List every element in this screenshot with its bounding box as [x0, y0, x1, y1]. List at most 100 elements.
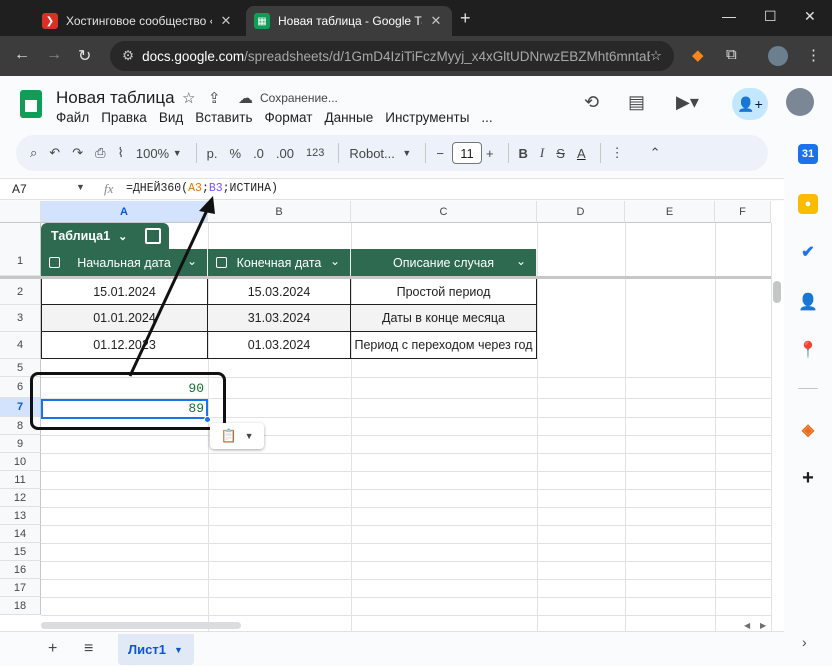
- print-icon[interactable]: ⎙: [91, 141, 109, 165]
- table-cell[interactable]: Период с переходом через год: [351, 332, 537, 359]
- spreadsheet-grid[interactable]: A B C D E F 1 2 3 4 5 6 7 8 9 10 11 12 1…: [0, 201, 784, 631]
- chrome-menu-icon[interactable]: ⋮: [806, 46, 821, 64]
- column-header-e[interactable]: E: [625, 201, 715, 223]
- table-cell[interactable]: 15.03.2024: [208, 279, 351, 305]
- version-history-icon[interactable]: ⟲: [584, 92, 599, 113]
- column-header-a[interactable]: A: [41, 201, 208, 223]
- zoom-select[interactable]: 100% ▼: [132, 141, 186, 165]
- metamask-extension-icon[interactable]: ◆: [692, 46, 704, 64]
- collapse-toolbar-icon[interactable]: ⌃: [646, 141, 665, 165]
- sheets-logo-icon[interactable]: [20, 90, 42, 118]
- table-header-start-date[interactable]: Начальная дата ⌄: [41, 249, 208, 276]
- table-cell[interactable]: 01.12.2023: [41, 332, 208, 359]
- name-box[interactable]: A7: [12, 182, 27, 196]
- add-sheet-icon[interactable]: +: [48, 640, 57, 658]
- row-header[interactable]: 12: [0, 489, 41, 507]
- get-addons-icon[interactable]: +: [798, 467, 818, 489]
- document-title[interactable]: Новая таблица: [56, 88, 175, 108]
- row-header[interactable]: 17: [0, 579, 41, 597]
- decrease-font-size-icon[interactable]: −: [432, 141, 448, 165]
- chevron-down-icon[interactable]: ⌄: [516, 254, 526, 268]
- browser-tab-timeweb[interactable]: ❯ Хостинговое сообщество «Tim ✕: [34, 6, 242, 36]
- more-options-icon[interactable]: ⋮: [607, 141, 628, 165]
- table-grid-icon[interactable]: [145, 228, 161, 244]
- menu-insert[interactable]: Вставить: [195, 110, 252, 125]
- chevron-down-icon[interactable]: ⌄: [330, 254, 340, 268]
- close-window-icon[interactable]: ✕: [804, 8, 816, 25]
- account-avatar[interactable]: [786, 88, 814, 116]
- currency-format-button[interactable]: р.: [203, 141, 222, 165]
- show-side-panel-icon[interactable]: ›: [802, 634, 807, 650]
- table-name-tab[interactable]: Таблица1 ⌄: [41, 223, 169, 249]
- increase-decimal-button[interactable]: .00: [272, 141, 298, 165]
- table-header-description[interactable]: Описание случая ⌄: [351, 249, 537, 276]
- forward-icon[interactable]: →: [46, 46, 62, 64]
- move-folder-icon[interactable]: ⇪: [208, 89, 221, 107]
- row-header[interactable]: 1: [0, 223, 41, 276]
- maximize-icon[interactable]: ☐: [764, 8, 777, 25]
- font-size-input[interactable]: 11: [451, 142, 482, 164]
- strikethrough-icon[interactable]: S: [552, 141, 569, 165]
- row-header[interactable]: 16: [0, 561, 41, 579]
- extensions-icon[interactable]: ⧉: [726, 46, 737, 63]
- table-header-end-date[interactable]: Конечная дата ⌄: [208, 249, 351, 276]
- scroll-right-icon[interactable]: ▶: [760, 621, 766, 630]
- row-header[interactable]: 9: [0, 435, 41, 453]
- search-menus-icon[interactable]: ⌕: [26, 141, 41, 165]
- menu-format[interactable]: Формат: [264, 110, 312, 125]
- text-color-icon[interactable]: A: [573, 141, 590, 165]
- vertical-scrollbar[interactable]: [773, 281, 781, 303]
- row-header[interactable]: 13: [0, 507, 41, 525]
- scroll-left-icon[interactable]: ◀: [744, 621, 750, 630]
- more-formats-button[interactable]: 123: [302, 141, 328, 165]
- column-header-c[interactable]: C: [351, 201, 537, 223]
- keep-icon[interactable]: ●: [798, 194, 818, 214]
- paint-format-icon[interactable]: ⌇: [114, 141, 128, 165]
- minimize-icon[interactable]: —: [722, 8, 736, 24]
- row-header[interactable]: 3: [0, 305, 41, 332]
- increase-font-size-icon[interactable]: +: [482, 141, 498, 165]
- bookmark-star-icon[interactable]: ☆: [650, 48, 662, 64]
- close-tab-icon[interactable]: ✕: [218, 13, 234, 29]
- contacts-icon[interactable]: 👤: [798, 292, 818, 312]
- table-cell[interactable]: 31.03.2024: [208, 305, 351, 332]
- chevron-down-icon[interactable]: ▼: [174, 645, 183, 655]
- row-header[interactable]: 10: [0, 453, 41, 471]
- column-header-b[interactable]: B: [208, 201, 351, 223]
- sheet-tab-list1[interactable]: Лист1 ▼: [118, 634, 194, 665]
- table-cell[interactable]: Простой период: [351, 279, 537, 305]
- tasks-icon[interactable]: ✔: [798, 242, 818, 262]
- italic-icon[interactable]: I: [536, 141, 548, 165]
- menu-more[interactable]: ...: [481, 110, 492, 125]
- row-header[interactable]: 4: [0, 332, 41, 359]
- menu-file[interactable]: Файл: [56, 110, 89, 125]
- back-icon[interactable]: ←: [14, 46, 30, 64]
- star-icon[interactable]: ☆: [182, 89, 195, 107]
- undo-icon[interactable]: ↶: [45, 141, 64, 165]
- menu-edit[interactable]: Правка: [101, 110, 147, 125]
- redo-icon[interactable]: ↷: [68, 141, 87, 165]
- menu-tools[interactable]: Инструменты: [385, 110, 469, 125]
- share-button[interactable]: 👤+: [732, 88, 768, 120]
- formula-input[interactable]: =ДНЕЙ360(A3;B3;ИСТИНА): [126, 182, 278, 195]
- row-header[interactable]: 2: [0, 279, 41, 305]
- all-sheets-icon[interactable]: ≡: [84, 640, 93, 658]
- comments-icon[interactable]: ▤: [628, 92, 645, 113]
- office-addon-icon[interactable]: ◈: [798, 420, 818, 440]
- profile-avatar[interactable]: [768, 46, 788, 66]
- address-bar[interactable]: ⚙ docs.google.com /spreadsheets/d/1GmD4I…: [110, 41, 674, 71]
- maps-icon[interactable]: 📍: [798, 340, 818, 360]
- calendar-icon[interactable]: 31: [798, 144, 818, 164]
- column-header-f[interactable]: F: [715, 201, 771, 223]
- table-cell[interactable]: 15.01.2024: [41, 279, 208, 305]
- font-select[interactable]: Robot... ▼: [345, 141, 415, 165]
- column-header-d[interactable]: D: [537, 201, 625, 223]
- chevron-down-icon[interactable]: ⌄: [118, 230, 127, 243]
- row-header[interactable]: 11: [0, 471, 41, 489]
- menu-data[interactable]: Данные: [324, 110, 373, 125]
- select-all-corner[interactable]: [0, 201, 41, 223]
- table-cell[interactable]: 01.03.2024: [208, 332, 351, 359]
- reload-icon[interactable]: ↻: [78, 46, 91, 66]
- horizontal-scrollbar[interactable]: [41, 622, 241, 629]
- close-tab-icon[interactable]: ✕: [428, 13, 444, 29]
